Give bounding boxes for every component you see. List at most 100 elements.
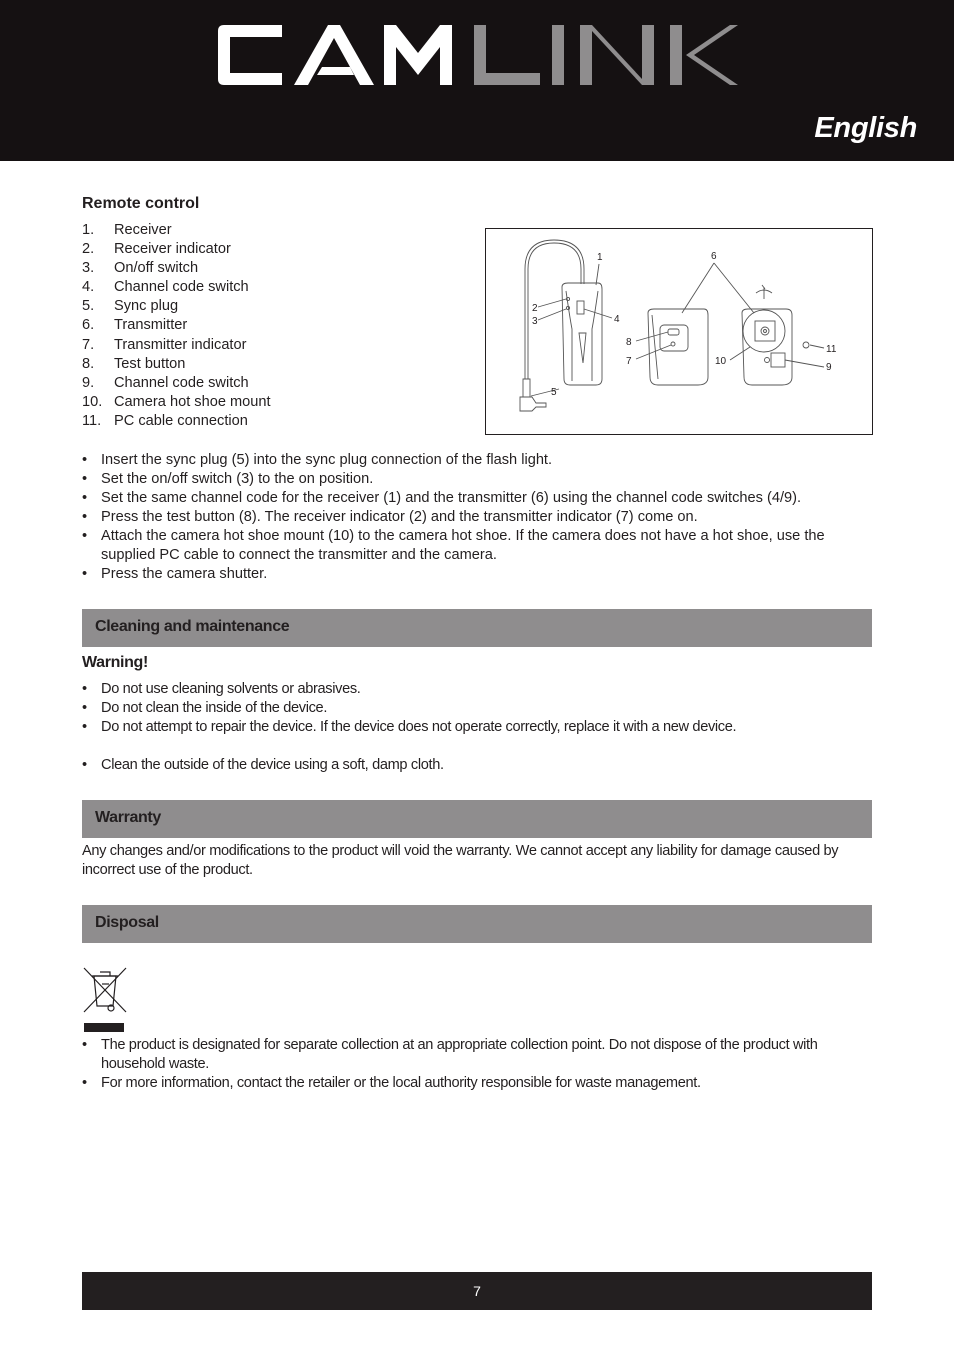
list-item-text: Press the camera shutter. [101,566,268,582]
page-header: English [0,0,954,161]
bullet-icon: • [82,490,88,506]
bullet-icon: • [82,757,87,773]
bullet-icon: • [82,452,88,468]
page-footer: 7 [82,1272,872,1310]
sync-plug [519,378,547,412]
cleaning-tips-list: • Clean the outside of the device using a… [82,756,872,775]
logo-letter-m [384,25,452,85]
list-item-text: Press the test button (8). The receiver … [101,509,698,525]
callout-5: 5 [551,387,557,398]
camlink-logo [218,25,738,85]
receiver-body [561,282,603,386]
part-label: Test button [114,355,186,372]
list-item: • Attach the camera hot shoe mount (10) t… [82,527,872,565]
parts-list-item: 2. Receiver indicator [82,240,412,259]
part-label: Transmitter indicator [114,336,247,353]
language-label: English [814,112,917,144]
list-item-text: For more information, contact the retail… [101,1075,701,1091]
list-item: • Press the camera shutter. [82,565,872,584]
cleaning-heading: Cleaning and maintenance [95,618,290,635]
list-item: • Do not clean the inside of the device. [82,699,872,718]
bullet-icon: • [82,700,87,716]
bullet-icon: • [82,719,87,735]
list-item-text: Clean the outside of the device using a … [101,757,444,773]
page-number: 7 [473,1283,481,1299]
list-item: • Do not attempt to repair the device. If… [82,718,872,737]
part-number: 4. [82,279,95,296]
callout-6: 6 [711,251,717,262]
part-label: Channel code switch [114,279,249,296]
section-band-disposal: Disposal [82,905,872,943]
logo-letter-c [218,25,282,85]
bullet-icon: • [82,681,87,697]
warranty-text: Any changes and/or modifications to the … [82,843,839,878]
warning-list: • Do not use cleaning solvents or abrasiv… [82,680,872,737]
part-number: 10. [82,393,103,410]
part-label: Channel code switch [114,374,249,391]
callout-8: 8 [626,337,632,348]
list-item: • The product is designated for separate … [82,1036,872,1074]
part-number: 2. [82,241,95,258]
part-label: Sync plug [114,298,179,315]
parts-list-item: 9. Channel code switch [82,374,412,393]
list-item-text: Do not attempt to repair the device. If … [101,719,737,735]
part-label: Receiver [114,222,172,238]
diagram-svg: 1 2 3 4 5 6 7 8 9 10 11 [519,239,837,412]
transmitter-front [647,308,709,386]
test-button [667,328,680,336]
parts-list-item: 6. Transmitter [82,316,412,335]
list-item: • Press the test button (8). The receiver… [82,508,872,527]
logo-letter-l [474,25,540,85]
disposal-list: • The product is designated for separate … [82,1036,872,1093]
parts-list-item: 1. Receiver [82,221,412,240]
instruction-list: • Insert the sync plug (5) into the sync … [82,451,872,584]
hot-shoe-mount [742,309,786,353]
transmitter-indicator [670,341,676,347]
logo-letter-i [552,25,564,85]
callout-3: 3 [532,316,538,327]
parts-list-item: 5. Sync plug [82,297,412,316]
bullet-icon: • [82,471,88,487]
part-label: On/off switch [114,260,199,277]
part-label: Transmitter [114,317,188,334]
list-item-text: Attach the camera hot shoe mount (10) to… [101,528,825,563]
callout-9: 9 [826,362,832,373]
logo-letter-n [580,25,654,85]
section-band-warranty: Warranty [82,800,872,838]
transmitter-channel-switch [770,352,786,368]
parts-list-item: 11. PC cable connection [82,412,412,431]
part-number: 7. [82,336,95,353]
warning-label: Warning! [82,654,148,671]
callout-2: 2 [532,303,538,314]
logo-letter-k [670,25,738,85]
list-item-text: Do not use cleaning solvents or abrasive… [101,681,361,697]
receiver-channel-switch [576,300,585,315]
part-label: Receiver indicator [114,241,231,258]
remote-control-heading: Remote control [82,195,200,212]
remote-control-diagram: 1 2 3 4 5 6 7 8 9 10 11 [485,228,873,435]
list-item: • Clean the outside of the device using a… [82,756,872,775]
bullet-icon: • [82,1075,87,1091]
part-label: PC cable connection [114,412,248,429]
callout-1: 1 [597,252,603,263]
part-number: 5. [82,298,95,315]
part-number: 3. [82,260,95,277]
bullet-icon: • [82,566,88,582]
callout-11: 11 [826,344,837,355]
part-label: Camera hot shoe mount [114,393,271,410]
pc-cable-connection [802,341,810,349]
list-item-text: The product is designated for separate c… [101,1037,818,1072]
bullet-icon: • [82,528,88,544]
parts-list: 1. Receiver 2. Receiver indicator 3. On/off s… [82,221,412,431]
list-item-text: Do not clean the inside of the device. [101,700,328,716]
list-item: • Set the same channel code for the recei… [82,489,872,508]
list-item: • Insert the sync plug (5) into the sync … [82,451,872,470]
list-item-text: Set the same channel code for the receiv… [101,490,802,506]
part-number: 9. [82,374,95,391]
section-band-cleaning: Cleaning and maintenance [82,609,872,647]
parts-list-item: 7. Transmitter indicator [82,336,412,355]
weee-crossed-bin-icon [83,967,127,1032]
bullet-icon: • [82,509,88,525]
parts-list-item: 8. Test button [82,355,412,374]
logo-letter-a [294,25,374,85]
